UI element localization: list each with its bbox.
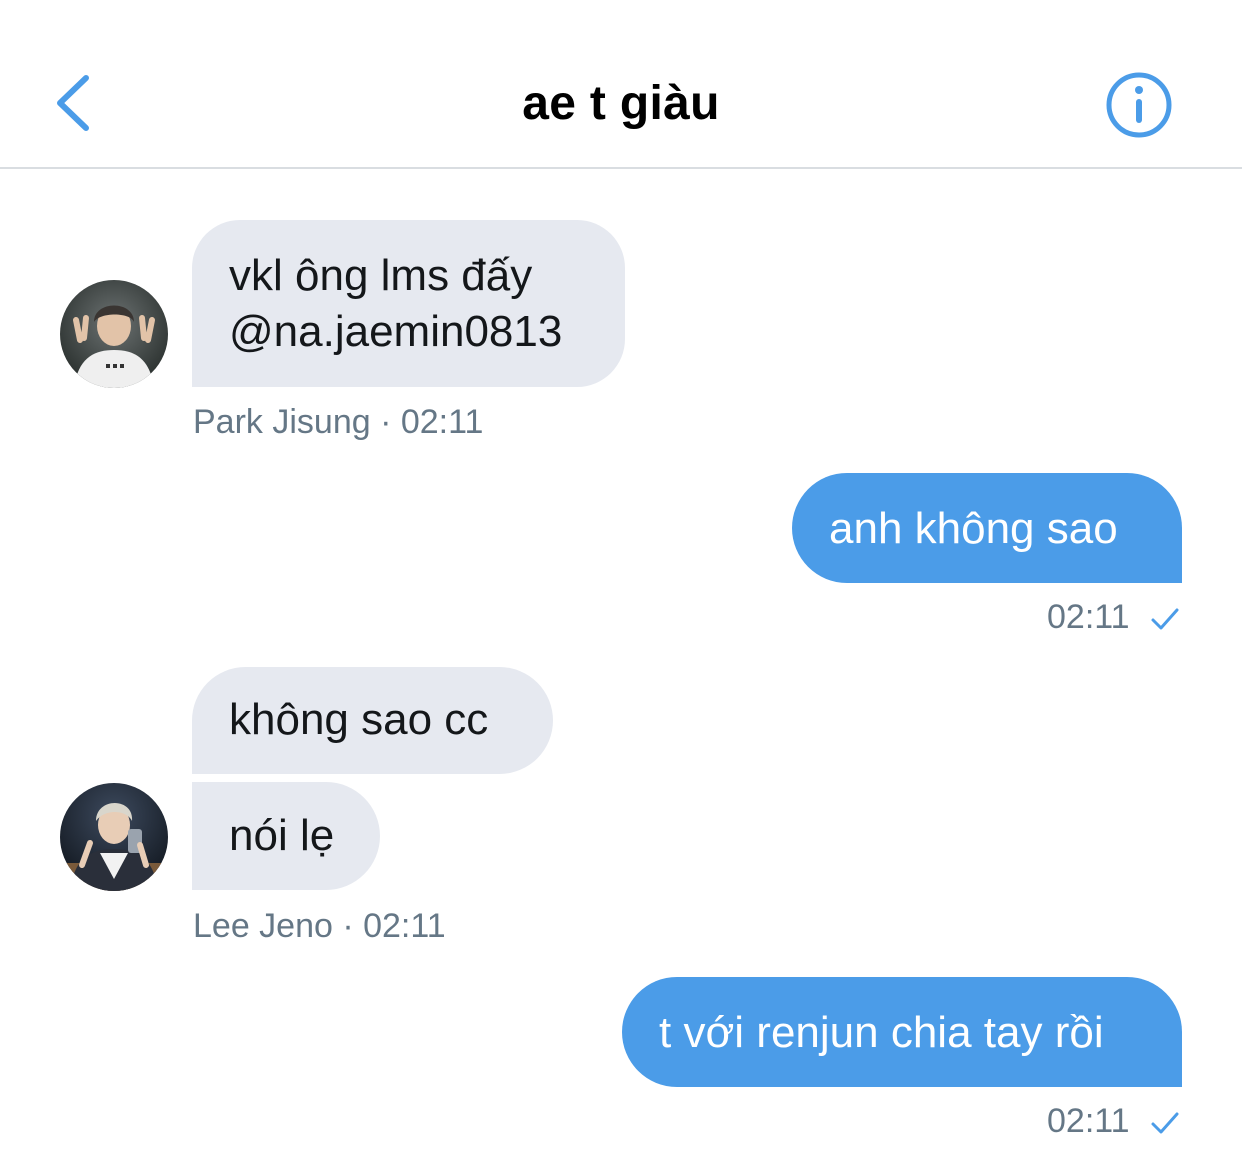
profile-photo	[60, 280, 168, 388]
info-icon	[1106, 72, 1172, 138]
checkmark-icon	[1151, 608, 1179, 630]
message-bubble-outgoing[interactable]: t với renjun chia tay rồi	[622, 977, 1182, 1087]
message-bubble-incoming[interactable]: vkl ông lms đấy @na.jaemin0813	[192, 220, 625, 387]
message-bubble-outgoing[interactable]: anh không sao	[792, 473, 1182, 583]
message-bubble-incoming[interactable]: nói lẹ	[192, 782, 380, 890]
conversation-header: ae t giàu	[0, 0, 1242, 169]
profile-photo	[60, 783, 168, 891]
info-button[interactable]	[1104, 70, 1174, 140]
avatar-lee-jeno[interactable]	[60, 783, 168, 891]
message-meta: Lee Jeno · 02:11	[193, 907, 446, 945]
message-timestamp: 02:11	[1047, 1102, 1130, 1140]
checkmark-icon	[1151, 1112, 1179, 1134]
message-timestamp: 02:11	[1047, 598, 1130, 636]
message-bubble-incoming[interactable]: không sao cc	[192, 667, 553, 774]
conversation-title[interactable]: ae t giàu	[0, 76, 1242, 131]
message-meta: Park Jisung · 02:11	[193, 403, 484, 441]
avatar-park-jisung[interactable]	[60, 280, 168, 388]
